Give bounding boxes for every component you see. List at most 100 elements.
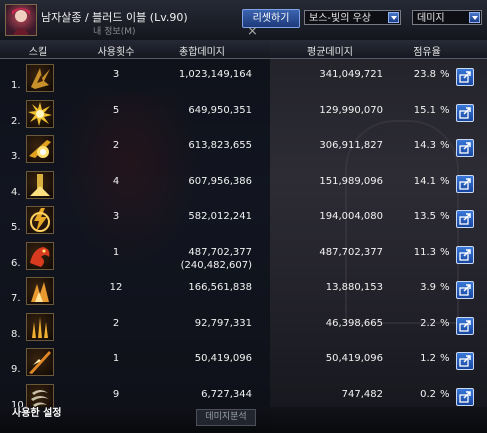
window-title: 남자살종 / 블러드 이블 (Lv.90) <box>41 11 188 24</box>
row-share: 2.2 <box>420 318 436 329</box>
row-rank: 9. <box>11 364 21 375</box>
row-percent-sign: % <box>440 318 450 329</box>
settings-label[interactable]: 사용한 설정 <box>12 404 61 419</box>
table-header: 스킬 사용횟수 총합데미지 평균데미지 점유율 <box>0 40 487 59</box>
share-icon[interactable] <box>456 246 474 264</box>
header-share: 점유율 <box>413 47 441 58</box>
row-average: 747,482 <box>341 389 383 400</box>
character-avatar <box>5 4 37 36</box>
row-share: 13.5 <box>413 211 436 222</box>
row-rank: 5. <box>11 222 21 233</box>
metric-select-value: 데미지 <box>417 13 445 24</box>
row-count: 2 <box>112 318 120 329</box>
share-icon[interactable] <box>456 317 474 335</box>
row-share: 1.2 <box>420 353 436 364</box>
row-percent-sign: % <box>440 282 450 293</box>
row-count: 2 <box>112 140 120 151</box>
row-total: 166,561,838 <box>188 282 252 293</box>
damage-table: 스킬 사용횟수 총합데미지 평균데미지 점유율 1. 3 1,023,149,164… <box>0 40 487 433</box>
header-skill: 스킬 <box>28 47 48 58</box>
rising-fang-icon <box>26 277 54 305</box>
boss-select-value: 보스-빛의 우상 <box>309 13 371 24</box>
row-total: 649,950,351 <box>188 105 252 116</box>
row-average: 13,880,153 <box>325 282 383 293</box>
row-average: 194,004,080 <box>319 211 383 222</box>
share-icon[interactable] <box>456 139 474 157</box>
row-percent-sign: % <box>440 105 450 116</box>
row-rank: 6. <box>11 258 21 269</box>
row-average: 487,702,377 <box>319 247 383 258</box>
damage-analysis-button[interactable]: 데미지분석 <box>196 409 256 426</box>
chevron-down-icon[interactable] <box>469 12 480 23</box>
share-icon[interactable] <box>456 281 474 299</box>
row-total: 50,419,096 <box>194 353 252 364</box>
row-share: 0.2 <box>420 389 436 400</box>
window-subtitle: 내 정보(M) <box>93 27 136 37</box>
row-total: 582,012,241 <box>188 211 252 222</box>
slash-explosion-icon <box>26 135 54 163</box>
row-rank: 3. <box>11 151 21 162</box>
diagonal-cut-icon <box>26 348 54 376</box>
row-total: 613,823,655 <box>188 140 252 151</box>
row-average: 46,398,665 <box>325 318 383 329</box>
row-total: 1,023,149,164 <box>178 69 252 80</box>
chevron-down-icon[interactable] <box>388 12 399 23</box>
row-share: 15.1 <box>413 105 436 116</box>
row-share: 3.9 <box>420 282 436 293</box>
row-total: 6,727,344 <box>201 389 252 400</box>
table-row[interactable]: 6. 1 487,702,377 (240,482,607) 487,702,377 11… <box>0 238 487 273</box>
row-rank: 1. <box>11 80 21 91</box>
row-percent-sign: % <box>440 211 450 222</box>
row-total: 487,702,377 <box>188 247 252 258</box>
boss-select[interactable]: 보스-빛의 우상 <box>304 10 401 25</box>
metric-select[interactable]: 데미지 <box>412 10 482 25</box>
row-total-extra: (240,482,607) <box>180 260 252 271</box>
row-percent-sign: % <box>440 176 450 187</box>
row-total: 607,956,386 <box>188 176 252 187</box>
row-count: 1 <box>112 353 120 364</box>
row-rank: 7. <box>11 293 21 304</box>
lightning-swirl-icon <box>26 206 54 234</box>
table-row[interactable]: 2. 5 649,950,351 129,990,070 15.1% <box>0 96 487 131</box>
row-rank: 2. <box>11 116 21 127</box>
blood-dragon-icon <box>26 242 54 270</box>
row-average: 341,049,721 <box>319 69 383 80</box>
row-share: 23.8 <box>413 69 436 80</box>
row-count: 1 <box>112 247 120 258</box>
table-row[interactable]: 9. 1 50,419,096 50,419,096 1.2% <box>0 344 487 379</box>
row-percent-sign: % <box>440 353 450 364</box>
header-total: 총합데미지 <box>179 47 225 58</box>
table-row[interactable]: 3. 2 613,823,655 306,911,827 14.3% <box>0 131 487 166</box>
close-button[interactable]: × <box>247 24 258 39</box>
row-count: 9 <box>112 389 120 400</box>
row-count: 3 <box>112 211 120 222</box>
table-row[interactable]: 5. 3 582,012,241 194,004,080 13.5% <box>0 202 487 237</box>
row-count: 5 <box>112 105 120 116</box>
table-row[interactable]: 8. 2 92,797,331 46,398,665 2.2% <box>0 309 487 344</box>
claw-rise-icon <box>26 313 54 341</box>
row-share: 11.3 <box>413 247 436 258</box>
row-share: 14.1 <box>413 176 436 187</box>
table-row[interactable]: 4. 4 607,956,386 151,989,096 14.1% <box>0 167 487 202</box>
header-count: 사용횟수 <box>97 47 135 58</box>
share-icon[interactable] <box>456 352 474 370</box>
share-icon[interactable] <box>456 388 474 406</box>
share-icon[interactable] <box>456 210 474 228</box>
row-rank: 8. <box>11 329 21 340</box>
table-row[interactable]: 7. 12 166,561,838 13,880,153 3.9% <box>0 273 487 308</box>
spiked-sun-icon <box>26 100 54 128</box>
share-icon[interactable] <box>456 68 474 86</box>
share-icon[interactable] <box>456 175 474 193</box>
share-icon[interactable] <box>456 104 474 122</box>
title-bar: 남자살종 / 블러드 이블 (Lv.90) 내 정보(M) 리셋하기 보스-빛의… <box>0 0 487 40</box>
header-average: 평균데미지 <box>307 47 353 58</box>
row-average: 129,990,070 <box>319 105 383 116</box>
row-percent-sign: % <box>440 140 450 151</box>
row-percent-sign: % <box>440 69 450 80</box>
row-count: 12 <box>109 282 123 293</box>
table-row[interactable]: 1. 3 1,023,149,164 341,049,721 23.8% <box>0 60 487 95</box>
pillar-strike-icon <box>26 171 54 199</box>
row-share: 14.3 <box>413 140 436 151</box>
row-count: 4 <box>112 176 120 187</box>
row-average: 151,989,096 <box>319 176 383 187</box>
